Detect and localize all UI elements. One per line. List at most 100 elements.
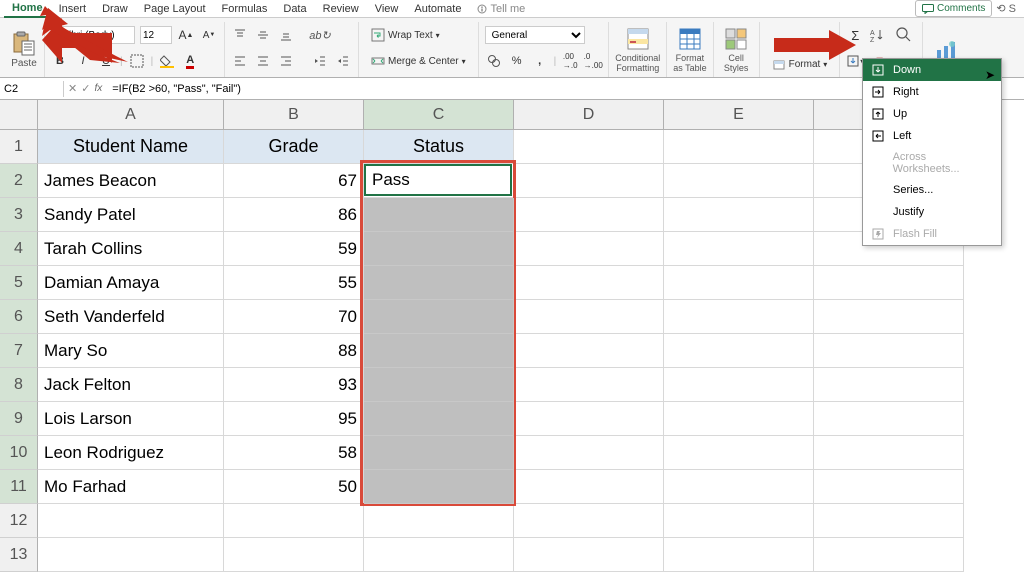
- cell[interactable]: [814, 266, 964, 300]
- tell-me[interactable]: Tell me: [469, 1, 533, 17]
- active-cell[interactable]: Pass: [364, 164, 512, 196]
- cell[interactable]: [664, 198, 814, 232]
- cell[interactable]: [664, 470, 814, 504]
- selected-cell[interactable]: [364, 266, 514, 300]
- menu-data[interactable]: Data: [275, 1, 314, 17]
- cell[interactable]: [224, 504, 364, 538]
- cell[interactable]: [664, 402, 814, 436]
- increase-font-icon[interactable]: A▲: [177, 26, 195, 44]
- cell[interactable]: [514, 334, 664, 368]
- header-status[interactable]: Status: [364, 130, 514, 164]
- font-size-select[interactable]: [140, 26, 172, 44]
- merge-center-button[interactable]: Merge & Center ▾: [365, 52, 472, 70]
- row-header-8[interactable]: 8: [0, 368, 38, 402]
- cell-grade[interactable]: 59: [224, 232, 364, 266]
- menu-review[interactable]: Review: [315, 1, 367, 17]
- cell-name[interactable]: Sandy Patel: [38, 198, 224, 232]
- cell[interactable]: [814, 334, 964, 368]
- currency-icon[interactable]: [485, 52, 503, 70]
- cell[interactable]: [664, 538, 814, 572]
- selected-cell[interactable]: [364, 402, 514, 436]
- cell-name[interactable]: James Beacon: [38, 164, 224, 198]
- row-header-9[interactable]: 9: [0, 402, 38, 436]
- column-header-D[interactable]: D: [514, 100, 664, 130]
- selected-cell[interactable]: [364, 300, 514, 334]
- align-left-icon[interactable]: [231, 52, 249, 70]
- align-center-icon[interactable]: [254, 52, 272, 70]
- decrease-indent-icon[interactable]: [311, 52, 329, 70]
- cell[interactable]: [814, 470, 964, 504]
- sort-filter-icon[interactable]: AZ: [869, 26, 887, 44]
- row-header-4[interactable]: 4: [0, 232, 38, 266]
- cell[interactable]: [664, 504, 814, 538]
- cell[interactable]: [224, 538, 364, 572]
- row-header-2[interactable]: 2: [0, 164, 38, 198]
- fill-menu-justify[interactable]: Justify: [863, 201, 1001, 223]
- cell[interactable]: [814, 504, 964, 538]
- cell[interactable]: [814, 300, 964, 334]
- cell[interactable]: [514, 232, 664, 266]
- selected-cell[interactable]: [364, 368, 514, 402]
- cancel-formula-icon[interactable]: ✕: [68, 82, 77, 95]
- fill-menu-up[interactable]: Up: [863, 103, 1001, 125]
- header-student-name[interactable]: Student Name: [38, 130, 224, 164]
- cell-name[interactable]: Mary So: [38, 334, 224, 368]
- cell-grade[interactable]: 95: [224, 402, 364, 436]
- cell[interactable]: [664, 266, 814, 300]
- align-bottom-icon[interactable]: [277, 26, 295, 44]
- selected-cell[interactable]: [364, 470, 514, 504]
- selected-cell[interactable]: [364, 198, 514, 232]
- cell[interactable]: [514, 402, 664, 436]
- cell-styles-button[interactable]: Cell Styles: [714, 22, 760, 77]
- cell-grade[interactable]: 88: [224, 334, 364, 368]
- menu-page-layout[interactable]: Page Layout: [136, 1, 214, 17]
- cell[interactable]: [514, 436, 664, 470]
- conditional-formatting-button[interactable]: Conditional Formatting: [609, 22, 667, 77]
- border-button[interactable]: [128, 52, 146, 70]
- row-header-11[interactable]: 11: [0, 470, 38, 504]
- cell-grade[interactable]: 93: [224, 368, 364, 402]
- row-header-6[interactable]: 6: [0, 300, 38, 334]
- format-as-table-button[interactable]: Format as Table: [667, 22, 713, 77]
- font-color-button[interactable]: A: [181, 52, 199, 70]
- percent-icon[interactable]: %: [508, 52, 526, 70]
- comments-button[interactable]: Comments: [915, 0, 992, 17]
- row-header-3[interactable]: 3: [0, 198, 38, 232]
- find-select-icon[interactable]: [892, 26, 916, 44]
- comma-icon[interactable]: ,: [531, 52, 549, 70]
- selected-cell[interactable]: [364, 436, 514, 470]
- cell[interactable]: [514, 538, 664, 572]
- column-header-B[interactable]: B: [224, 100, 364, 130]
- cell-name[interactable]: Mo Farhad: [38, 470, 224, 504]
- cell-grade[interactable]: 55: [224, 266, 364, 300]
- confirm-formula-icon[interactable]: ✓: [81, 82, 90, 95]
- cell[interactable]: [514, 130, 664, 164]
- row-header-13[interactable]: 13: [0, 538, 38, 572]
- cell[interactable]: [514, 300, 664, 334]
- fill-menu-left[interactable]: Left: [863, 125, 1001, 147]
- cell[interactable]: [514, 368, 664, 402]
- column-header-A[interactable]: A: [38, 100, 224, 130]
- align-right-icon[interactable]: [277, 52, 295, 70]
- cell-name[interactable]: Leon Rodriguez: [38, 436, 224, 470]
- header-grade[interactable]: Grade: [224, 130, 364, 164]
- selected-cell[interactable]: [364, 334, 514, 368]
- cell[interactable]: [38, 504, 224, 538]
- wrap-text-button[interactable]: Wrap Text ▾: [365, 26, 446, 44]
- increase-decimal-icon[interactable]: .00→.0: [561, 52, 579, 70]
- cell[interactable]: [664, 232, 814, 266]
- cell-grade[interactable]: 70: [224, 300, 364, 334]
- cell[interactable]: [814, 402, 964, 436]
- cell-grade[interactable]: 50: [224, 470, 364, 504]
- cell[interactable]: [664, 300, 814, 334]
- cell[interactable]: [38, 538, 224, 572]
- increase-indent-icon[interactable]: [334, 52, 352, 70]
- cell[interactable]: [814, 368, 964, 402]
- cell-name[interactable]: Jack Felton: [38, 368, 224, 402]
- row-header-1[interactable]: 1: [0, 130, 38, 164]
- cell[interactable]: [664, 368, 814, 402]
- cell[interactable]: [664, 164, 814, 198]
- fill-menu-down[interactable]: Down: [863, 59, 1001, 81]
- number-format-select[interactable]: General: [485, 26, 585, 44]
- decrease-font-icon[interactable]: A▼: [200, 26, 218, 44]
